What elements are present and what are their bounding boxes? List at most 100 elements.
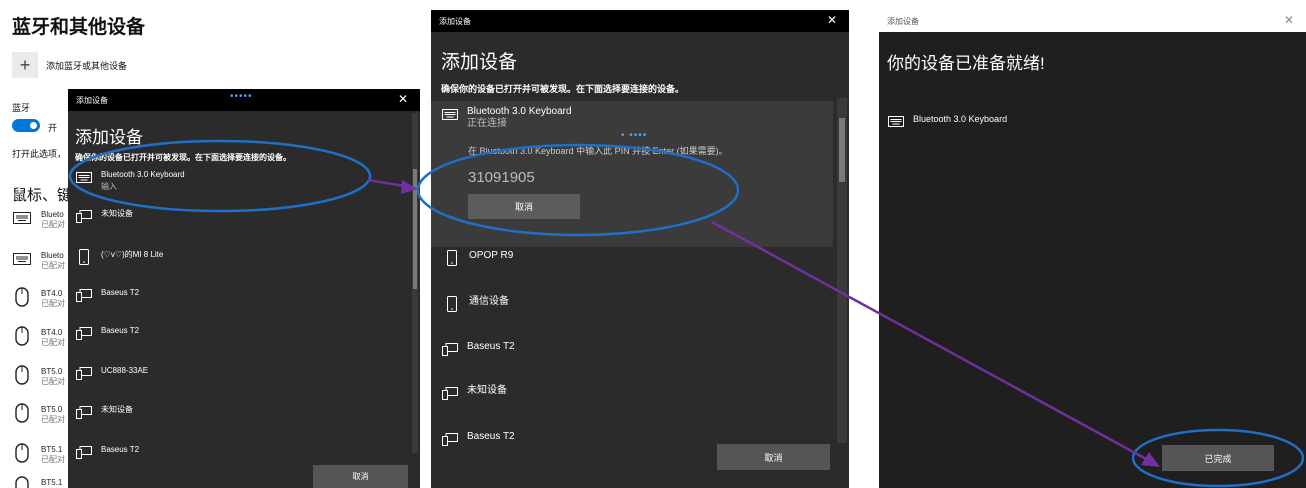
bluetooth-toggle-state: 开 <box>48 123 58 133</box>
add-device-dialog-step1: 添加设备 ••••• ✕ 添加设备 确保你的设备已打开并可被发现。在下面选择要连… <box>68 89 420 488</box>
device-list-item[interactable]: BT4.0 已配对 <box>12 287 65 309</box>
dialog-window-title: 添加设备 <box>887 17 919 26</box>
device-list-item[interactable]: BT5.0 已配对 <box>12 403 65 425</box>
device-name: BT4.0 <box>41 289 63 298</box>
phone-icon <box>443 250 461 266</box>
plus-icon: + <box>12 52 38 78</box>
device-option[interactable]: Bluetooth 3.0 Keyboard 输入 <box>75 169 185 193</box>
pin-prompt: 在 Bluetooth 3.0 Keyboard 中输入此 PIN 并按 Ent… <box>468 146 728 156</box>
close-icon[interactable]: ✕ <box>398 92 408 106</box>
device-list-item[interactable]: BT5.0 已配对 <box>12 365 65 387</box>
device-option[interactable]: 未知设备 <box>441 385 507 401</box>
dialog-window-title: 添加设备 <box>439 17 471 26</box>
device-name: 未知设备 <box>101 209 133 218</box>
device-status: 已配对 <box>41 377 65 386</box>
device-icon <box>441 385 459 401</box>
device-list-item[interactable]: BT5.1 已配对 <box>12 443 65 465</box>
dialog-heading: 添加设备 <box>441 52 518 73</box>
device-status: 输入 <box>101 182 117 191</box>
device-name: Blueto <box>41 210 64 219</box>
close-icon[interactable]: ✕ <box>1284 13 1294 27</box>
keyboard-icon <box>12 210 32 226</box>
device-name: BT5.0 <box>41 367 63 376</box>
device-option[interactable]: 未知设备 <box>75 208 133 224</box>
add-device-dialog-done: 添加设备 ✕ 你的设备已准备就绪! Bluetooth 3.0 Keyboard… <box>879 10 1306 488</box>
keyboard-icon <box>887 113 905 129</box>
page-title: 蓝牙和其他设备 <box>12 17 146 38</box>
mouse-icon <box>12 365 32 385</box>
device-status: 已配对 <box>41 299 65 308</box>
mouse-icon <box>12 287 32 307</box>
scrollbar-thumb[interactable] <box>839 118 845 182</box>
device-option[interactable]: Baseus T2 <box>75 444 139 460</box>
selected-device[interactable]: Bluetooth 3.0 Keyboard 正在连接 <box>441 106 572 130</box>
pin-code: 31091905 <box>468 169 535 186</box>
dialog-heading: 添加设备 <box>75 128 143 147</box>
device-option[interactable]: Baseus T2 <box>441 431 515 447</box>
device-name: (♡v♡)的MI 8 Lite <box>101 250 164 259</box>
device-status: 已配对 <box>41 338 65 347</box>
device-option[interactable]: OPOP R9 <box>443 250 513 266</box>
section-title: 鼠标、键 <box>12 187 73 204</box>
dialog-window-title: 添加设备 <box>76 96 108 105</box>
device-option[interactable]: Baseus T2 <box>75 325 139 341</box>
device-name: 未知设备 <box>101 405 133 414</box>
mouse-icon <box>12 476 32 488</box>
pin-cancel-button[interactable]: 取消 <box>468 194 580 219</box>
device-option[interactable]: (♡v♡)的MI 8 Lite <box>75 249 163 265</box>
device-name: 未知设备 <box>467 385 507 396</box>
loading-dots-icon: ••••• <box>230 91 253 102</box>
device-icon <box>75 365 93 381</box>
cancel-button[interactable]: 取消 <box>717 444 830 470</box>
phone-icon <box>443 296 461 312</box>
device-list-item[interactable]: Blueto 已配对 <box>12 210 65 230</box>
cancel-button[interactable]: 取消 <box>313 465 408 488</box>
add-device-button[interactable]: + 添加蓝牙或其他设备 <box>12 52 127 78</box>
dialog-titlebar: 添加设备 ••••• ✕ <box>68 89 420 111</box>
done-button[interactable]: 已完成 <box>1162 445 1274 471</box>
device-icon <box>75 325 93 341</box>
mouse-icon <box>12 443 32 463</box>
dialog-titlebar: 添加设备 ✕ <box>431 10 849 32</box>
device-name: BT4.0 <box>41 328 63 337</box>
keyboard-icon <box>75 169 93 185</box>
device-status: 已配对 <box>41 220 65 229</box>
bluetooth-toggle[interactable] <box>12 119 40 132</box>
dialog-titlebar: 添加设备 ✕ <box>879 10 1306 32</box>
device-icon <box>441 431 459 447</box>
device-name: UC888-33AE <box>101 366 149 375</box>
device-name: 通信设备 <box>469 296 509 307</box>
device-status: 已配对 <box>41 455 65 464</box>
device-option[interactable]: 未知设备 <box>75 404 133 420</box>
device-name: Baseus T2 <box>101 326 140 335</box>
device-option[interactable]: Baseus T2 <box>75 287 139 303</box>
device-option[interactable]: 通信设备 <box>443 296 509 312</box>
dialog-instruction: 确保你的设备已打开并可被发现。在下面选择要连接的设备。 <box>441 84 685 94</box>
mouse-icon <box>12 403 32 423</box>
scrollbar-thumb[interactable] <box>413 169 417 289</box>
device-name: Blueto <box>41 251 64 260</box>
device-status: 正在连接 <box>467 118 507 129</box>
mouse-icon <box>12 326 32 346</box>
device-name: OPOP R9 <box>469 250 514 261</box>
device-name: BT5.1 <box>41 478 63 487</box>
device-option[interactable]: UC888-33AE <box>75 365 148 381</box>
device-name: Baseus T2 <box>101 288 140 297</box>
device-icon <box>75 444 93 460</box>
device-icon <box>75 287 93 303</box>
bluetooth-description: 打开此选项， <box>12 149 67 159</box>
device-name: Bluetooth 3.0 Keyboard <box>467 106 572 117</box>
device-option[interactable]: Baseus T2 <box>441 341 515 357</box>
keyboard-icon <box>12 251 32 267</box>
device-icon <box>75 404 93 420</box>
device-list-item[interactable]: Blueto 已配对 <box>12 251 65 271</box>
device-name: BT5.0 <box>41 405 63 414</box>
device-icon <box>441 341 459 357</box>
add-device-label: 添加蓝牙或其他设备 <box>46 60 128 71</box>
device-name: Baseus T2 <box>467 341 515 352</box>
close-icon[interactable]: ✕ <box>827 13 837 27</box>
device-status: 已配对 <box>41 261 65 270</box>
device-list-item[interactable]: BT4.0 已配对 <box>12 326 65 348</box>
device-list-item[interactable]: BT5.1 <box>12 476 63 488</box>
device-name: Baseus T2 <box>467 431 515 442</box>
